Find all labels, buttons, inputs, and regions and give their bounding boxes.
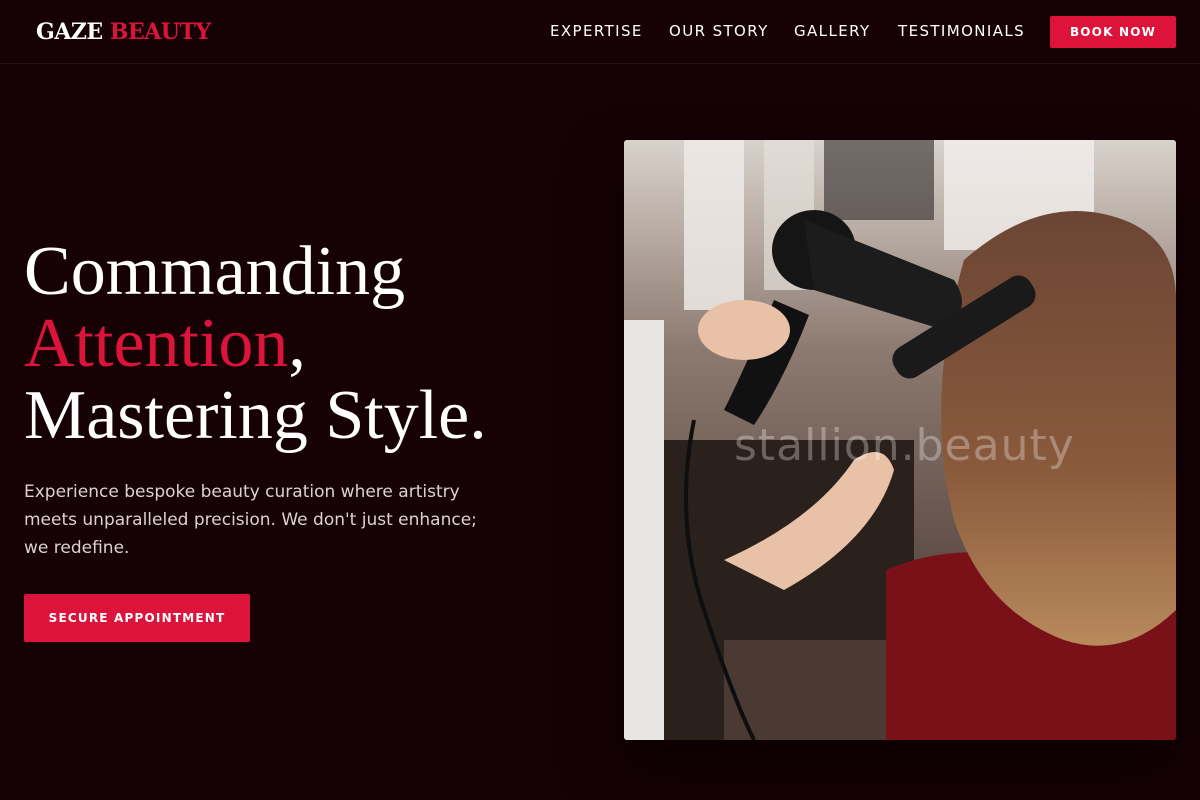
- top-navigation: GAZE BEAUTY EXPERTISE OUR STORY GALLERY …: [0, 0, 1200, 64]
- hero-description: Experience bespoke beauty curation where…: [24, 482, 477, 558]
- nav-gallery[interactable]: GALLERY: [794, 20, 871, 42]
- secure-appointment-button[interactable]: SECURE APPOINTMENT: [24, 594, 250, 642]
- hero-headline: Commanding Attention, Mastering Style.: [24, 236, 487, 452]
- nav-menu: EXPERTISE OUR STORY GALLERY TESTIMONIALS: [0, 20, 1200, 44]
- headline-accent-word: Attention: [24, 305, 289, 382]
- nav-testimonials[interactable]: TESTIMONIALS: [898, 20, 1025, 42]
- image-watermark: stallion.beauty: [734, 420, 1075, 471]
- book-now-button[interactable]: BOOK NOW: [1050, 16, 1176, 48]
- hero-image: stallion.beauty: [624, 140, 1176, 740]
- nav-our-story[interactable]: OUR STORY: [669, 20, 769, 42]
- nav-expertise[interactable]: EXPERTISE: [550, 20, 643, 42]
- headline-line-1: Commanding: [24, 233, 406, 310]
- headline-comma: ,: [288, 305, 306, 382]
- headline-line-3: Mastering Style.: [24, 377, 487, 454]
